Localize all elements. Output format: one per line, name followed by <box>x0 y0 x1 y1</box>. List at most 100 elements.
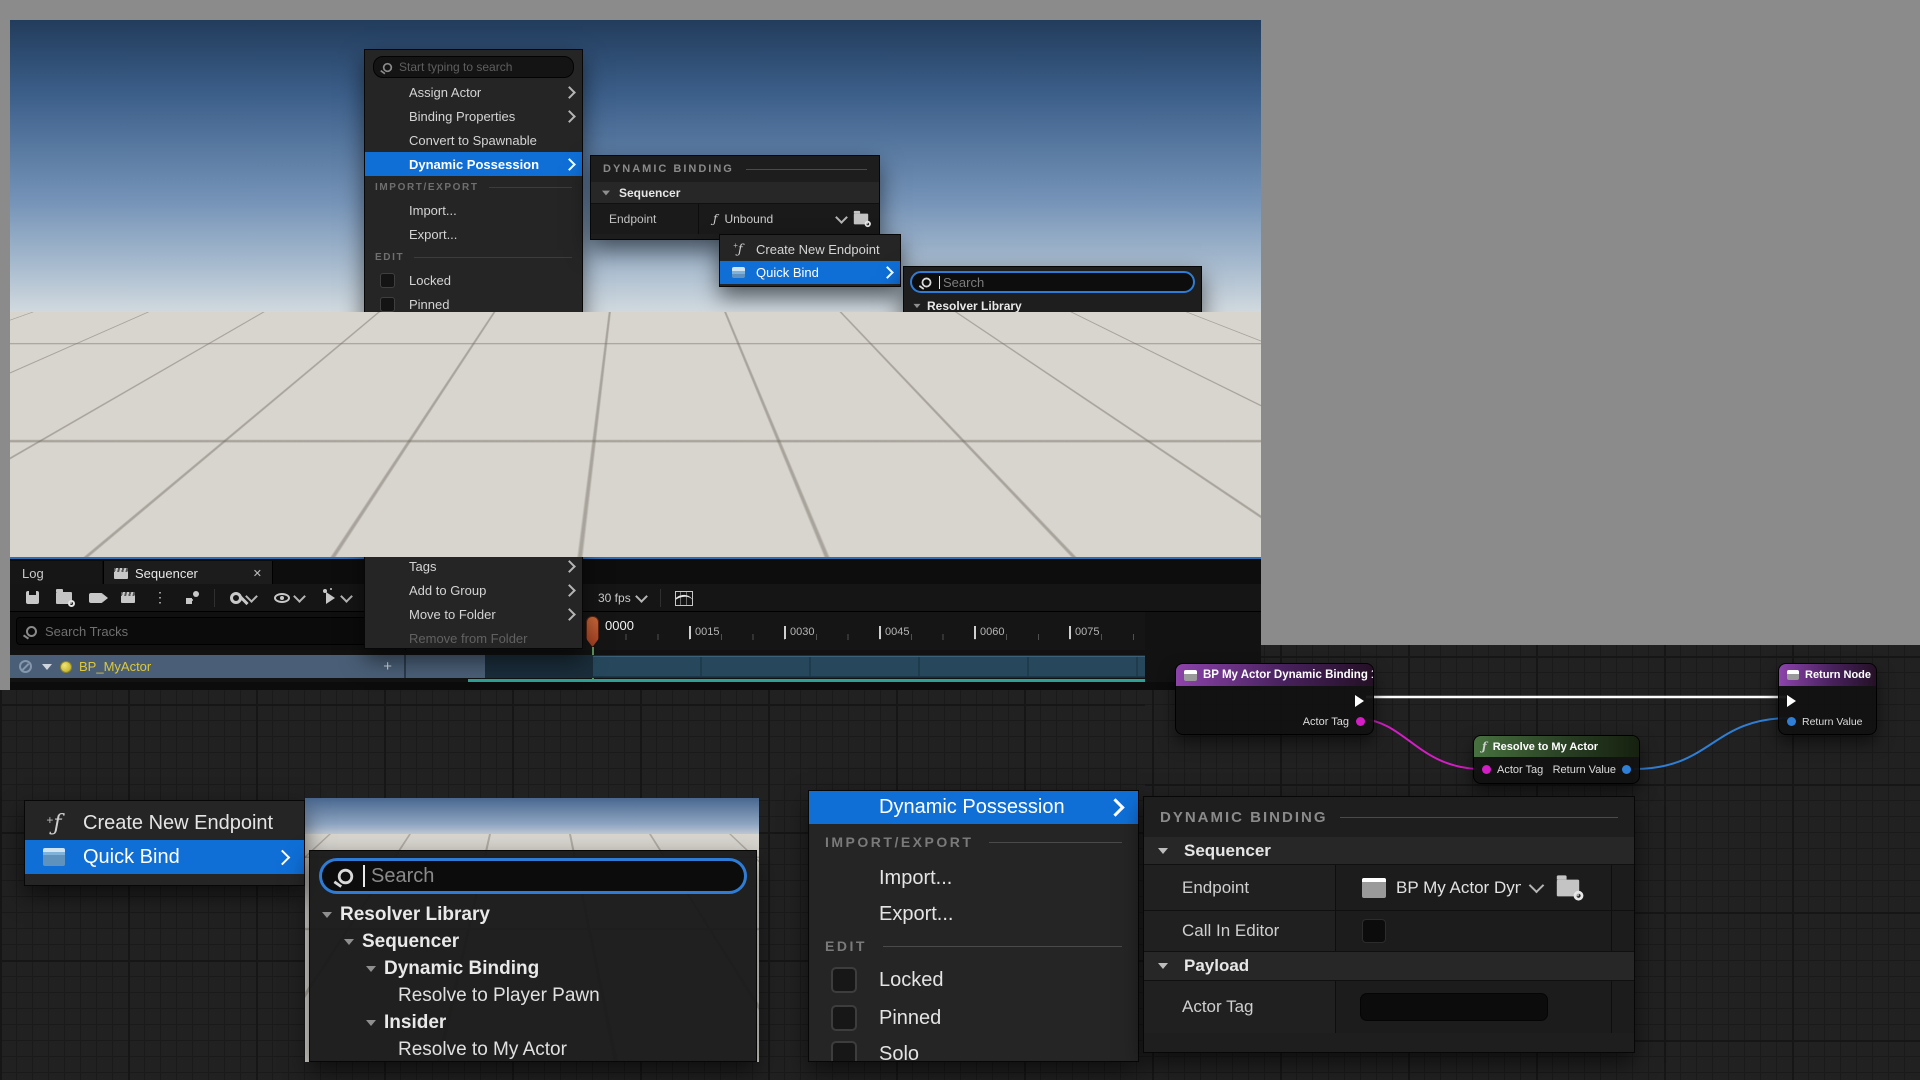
folder-search-icon[interactable] <box>854 214 868 225</box>
menu-item-locked[interactable]: Locked <box>365 268 582 292</box>
tab-sequencer[interactable]: Sequencer ✕ <box>103 561 273 586</box>
tree-item-resolver-library[interactable]: Resolver Library <box>310 901 756 928</box>
collapse-icon[interactable] <box>366 1020 376 1026</box>
menu-search-input[interactable]: Start typing to search <box>373 56 574 78</box>
payload-group-row[interactable]: Payload <box>1144 951 1634 980</box>
return-node[interactable]: Return Node Return Value <box>1778 663 1877 735</box>
deactivate-icon[interactable] <box>19 660 32 673</box>
return-value-output-pin[interactable] <box>1622 765 1631 774</box>
menu-item-tags[interactable]: Tags <box>365 554 582 578</box>
quick-bind-search-input[interactable]: Search <box>319 858 747 894</box>
collapse-icon[interactable] <box>914 304 921 308</box>
actor-tag-input-pin[interactable] <box>1482 765 1491 774</box>
view-options-button[interactable] <box>267 587 311 609</box>
menu-item-import[interactable]: Import... <box>809 860 1138 896</box>
menu-item-move-to-folder[interactable]: Move to Folder <box>365 602 582 626</box>
menu-item-duplicate[interactable]: DuplicateCTRL+D <box>365 436 582 460</box>
collapse-icon[interactable] <box>344 939 354 945</box>
tree-item-sequencer[interactable]: Sequencer <box>904 315 1201 333</box>
menu-item-locked[interactable]: Locked <box>809 960 1138 1000</box>
menu-item-dynamic-possession[interactable]: Dynamic Possession <box>365 152 582 176</box>
tree-item-insider[interactable]: Insider <box>310 1009 756 1036</box>
exec-output-pin[interactable] <box>1355 695 1364 707</box>
frame-rate-dropdown[interactable]: 30 fps <box>598 587 693 609</box>
tree-item-dynamic-binding[interactable]: Dynamic Binding <box>904 333 1201 351</box>
tab-log[interactable]: Log <box>10 561 102 586</box>
camera-button[interactable] <box>82 587 110 609</box>
close-tab-icon[interactable]: ✕ <box>253 567 262 580</box>
menu-item-import[interactable]: Import... <box>365 198 582 222</box>
menu-item-create-new-endpoint[interactable]: +ƒ Create New Endpoint <box>25 807 304 840</box>
actions-button[interactable] <box>178 587 206 609</box>
menu-item-quick-bind[interactable]: Quick Bind <box>720 261 900 284</box>
menu-item-dynamic-possession[interactable]: Dynamic Possession <box>809 791 1138 824</box>
return-value-input-pin[interactable] <box>1787 717 1796 726</box>
menu-item-convert-to-spawnable[interactable]: Convert to Spawnable <box>365 128 582 152</box>
locked-checkbox[interactable] <box>380 273 395 288</box>
pin-label: Actor Tag <box>1497 764 1543 776</box>
track-timeline-cell[interactable] <box>485 655 1145 678</box>
menu-item-delete[interactable]: ✕Delete <box>365 460 582 484</box>
mute-checkbox[interactable] <box>380 345 395 360</box>
endpoint-dropdown[interactable]: ƒ Unbound <box>699 204 879 234</box>
menu-item-pinned[interactable]: Pinned <box>365 292 582 316</box>
resolve-function-node[interactable]: ƒ Resolve to My Actor Actor Tag Return V… <box>1473 735 1640 784</box>
menu-item-copy[interactable]: CopyCTRL+C <box>365 388 582 412</box>
solo-checkbox[interactable] <box>831 1041 857 1062</box>
expand-track-icon[interactable] <box>42 664 52 670</box>
add-section-button[interactable]: + <box>383 658 392 675</box>
track-name-cell[interactable]: BP_MyActor + <box>10 655 404 678</box>
menu-item-create-new-endpoint[interactable]: +ƒ Create New Endpoint <box>720 238 900 261</box>
tree-item-dynamic-binding[interactable]: Dynamic Binding <box>310 955 756 982</box>
endpoint-dropdown[interactable]: BP My Actor Dyna <box>1336 865 1612 910</box>
menu-item-cut[interactable]: CutCTRL+X <box>365 364 582 388</box>
submenu-arrow-icon <box>881 266 894 279</box>
menu-item-export[interactable]: Export... <box>809 896 1138 932</box>
track-clip[interactable] <box>593 656 1145 677</box>
sequencer-group-row[interactable]: Sequencer <box>591 182 879 203</box>
more-options-button[interactable]: ⋮ <box>146 587 174 609</box>
menu-item-delete-and-keep-state[interactable]: ✕Delete and Keep State <box>365 484 582 508</box>
menu-item-solo[interactable]: Solo <box>365 316 582 340</box>
render-movie-button[interactable] <box>114 587 142 609</box>
collapse-icon[interactable] <box>366 966 376 972</box>
solo-checkbox[interactable] <box>380 321 395 336</box>
menu-item-mute[interactable]: Mute <box>365 340 582 364</box>
save-button[interactable] <box>18 587 46 609</box>
sequencer-group-row[interactable]: Sequencer <box>1144 837 1634 864</box>
track-row[interactable]: BP_MyActor + <box>10 655 1145 678</box>
search-tracks-input[interactable]: Search Tracks <box>16 617 400 645</box>
pinned-checkbox[interactable] <box>831 1005 857 1031</box>
menu-item-pinned[interactable]: Pinned <box>809 1000 1138 1036</box>
tree-item-resolve-to-my-actor[interactable]: Resolve to My Actor <box>310 1036 756 1063</box>
actor-tag-input[interactable] <box>1360 993 1548 1021</box>
binding-event-node[interactable]: BP My Actor Dynamic Binding 1 Actor Tag <box>1175 663 1374 735</box>
menu-item-rename[interactable]: ⌶RenameF2 <box>365 508 582 532</box>
settings-button[interactable] <box>223 587 263 609</box>
locked-checkbox[interactable] <box>831 967 857 993</box>
tree-item-resolve-to-player-pawn[interactable]: Resolve to Player Pawn <box>904 351 1201 370</box>
call-in-editor-checkbox[interactable] <box>1362 919 1386 943</box>
tree-item-resolver-library[interactable]: Resolver Library <box>904 297 1201 315</box>
curve-editor-icon[interactable] <box>675 591 693 606</box>
menu-item-export[interactable]: Export... <box>365 222 582 246</box>
menu-item-add-to-group[interactable]: Add to Group <box>365 578 582 602</box>
collapse-icon[interactable] <box>930 322 937 326</box>
collapse-icon[interactable] <box>946 340 953 344</box>
menu-item-binding-properties[interactable]: Binding Properties <box>365 104 582 128</box>
exec-input-pin[interactable] <box>1787 695 1796 707</box>
pinned-checkbox[interactable] <box>380 297 395 312</box>
menu-item-assign-actor[interactable]: Assign Actor <box>365 80 582 104</box>
quick-bind-search-input[interactable]: Search <box>910 271 1195 293</box>
collapse-icon[interactable] <box>322 912 332 918</box>
menu-item-solo[interactable]: Solo <box>809 1036 1138 1062</box>
actor-tag-row: Actor Tag <box>1144 980 1634 1033</box>
browse-sequence-button[interactable] <box>50 587 78 609</box>
tree-item-sequencer[interactable]: Sequencer <box>310 928 756 955</box>
playback-options-button[interactable] <box>315 587 361 609</box>
folder-search-icon[interactable] <box>1557 879 1579 896</box>
menu-item-quick-bind[interactable]: Quick Bind <box>25 840 304 874</box>
tree-item-resolve-to-player-pawn[interactable]: Resolve to Player Pawn <box>310 982 756 1009</box>
search-icon <box>338 868 353 883</box>
actor-tag-output-pin[interactable] <box>1356 717 1365 726</box>
